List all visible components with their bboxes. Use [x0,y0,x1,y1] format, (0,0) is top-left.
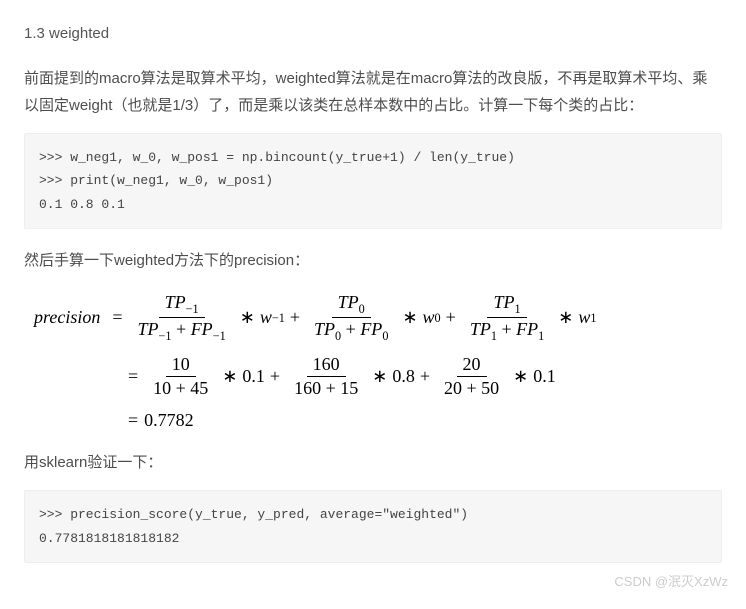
math-row-3: = 0.7782 [122,410,722,432]
code-block-bincount: >>> w_neg1, w_0, w_pos1 = np.bincount(y_… [24,133,722,229]
math-row-1: precision = TP−1 TP−1 + FP−1 ∗ w−1 + TP0… [34,292,722,344]
code-block-precision-score: >>> precision_score(y_true, y_pred, aver… [24,490,722,563]
paragraph-verify: 用sklearn验证一下： [24,449,722,476]
math-precision-formula: precision = TP−1 TP−1 + FP−1 ∗ w−1 + TP0… [34,292,722,431]
equals-sign: = [112,307,122,329]
paragraph-intro: 前面提到的macro算法是取算术平均，weighted算法就是在macro算法的… [24,65,722,119]
math-row-2: = 10 10 + 45 ∗0.1 + 160 160 + 15 ∗0.8 + … [122,354,722,400]
paragraph-precision: 然后手算一下weighted方法下的precision： [24,247,722,274]
watermark: CSDN @泯灭XzWz [614,570,728,593]
math-result: 0.7782 [144,410,194,432]
math-lhs: precision [34,307,100,329]
section-heading: 1.3 weighted [24,20,722,47]
